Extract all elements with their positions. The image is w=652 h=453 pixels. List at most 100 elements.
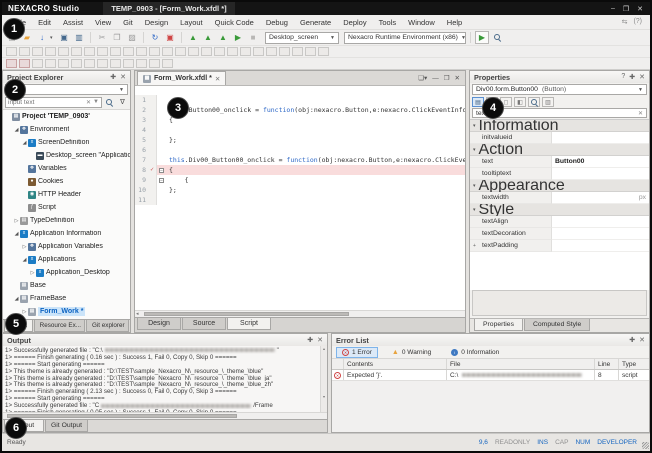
tree-item-project-temp-0903[interactable]: ▦Project 'TEMP_0903'	[3, 110, 130, 123]
expand-icon[interactable]: ▷	[13, 218, 20, 224]
tree-item-typedefinition[interactable]: ▷▤TypeDefinition	[3, 214, 130, 227]
menu-item-design[interactable]: Design	[139, 18, 174, 27]
filter-funnel-icon[interactable]: ∇	[117, 97, 128, 108]
copy-icon[interactable]: ❐	[110, 31, 124, 44]
fold-collapse-icon[interactable]: –	[159, 168, 164, 173]
expand-icon[interactable]: +	[473, 243, 476, 249]
code-line-6[interactable]: 6	[135, 145, 465, 155]
close-icon[interactable]: ✕	[455, 74, 460, 82]
property-value[interactable]	[552, 240, 649, 252]
column-header-line[interactable]: Line	[595, 359, 619, 369]
tree-item-environment[interactable]: ◢❖Environment	[3, 123, 130, 136]
filter-1-error[interactable]: ✕1 Error	[336, 347, 378, 358]
editor-horizontal-scrollbar[interactable]: ◂	[135, 310, 465, 317]
expand-icon[interactable]: ▷	[29, 270, 36, 276]
property-value[interactable]: px	[552, 192, 649, 204]
fold-collapse-icon[interactable]: –	[159, 178, 164, 183]
menu-item-tools[interactable]: Tools	[373, 18, 403, 27]
collapse-icon[interactable]: ◢	[21, 140, 28, 146]
scrollbar-thumb[interactable]	[7, 414, 237, 418]
property-row-textdecoration[interactable]: textDecoration	[470, 228, 649, 240]
stop-icon[interactable]: ■	[246, 31, 260, 44]
property-value[interactable]: Button00	[552, 156, 649, 168]
pin-icon[interactable]: ✚	[110, 73, 116, 81]
output-vertical-scrollbar[interactable]: ▴▾	[320, 346, 327, 412]
menu-item-help[interactable]: Help	[441, 18, 468, 27]
collapse-icon[interactable]: ◢	[21, 257, 28, 263]
output-tab-git-output[interactable]: Git Output	[45, 420, 88, 432]
tree-item-http-header[interactable]: ◉HTTP Header	[3, 188, 130, 201]
column-header-type[interactable]: Type	[619, 359, 649, 369]
menu-item-window[interactable]: Window	[402, 18, 441, 27]
close-icon[interactable]: ✕	[317, 336, 323, 344]
clear-icon[interactable]: ✕	[638, 110, 643, 117]
property-row-textwidth[interactable]: textwidthpx	[470, 192, 649, 204]
screen-combobox[interactable]: Desktop_screen▼	[265, 32, 339, 44]
help-icon[interactable]: ?	[621, 73, 625, 81]
code-line-5[interactable]: 5};	[135, 135, 465, 145]
save-all-icon[interactable]: ▥	[72, 31, 86, 44]
layout-switch-icon[interactable]: ⇆	[622, 18, 628, 26]
property-row-initvalueid[interactable]: initvalueid	[470, 132, 649, 144]
code-line-10[interactable]: 10};	[135, 185, 465, 195]
collapse-icon[interactable]: ◢	[13, 127, 20, 133]
expand-icon[interactable]: ▷	[21, 244, 28, 250]
menu-item-git[interactable]: Git	[117, 18, 139, 27]
tree-item-screendefinition[interactable]: ◢xScreenDefinition	[3, 136, 130, 149]
pin-icon[interactable]: ✚	[629, 73, 635, 81]
code-line-4[interactable]: 4	[135, 125, 465, 135]
property-value[interactable]	[552, 132, 649, 144]
search-icon[interactable]	[104, 97, 115, 108]
minimize-icon[interactable]: —	[432, 75, 439, 82]
scrollbar-thumb[interactable]	[144, 312, 349, 316]
save-icon[interactable]: ▣	[57, 31, 71, 44]
window-list-icon[interactable]: ❏▾	[418, 74, 427, 82]
scroll-left-icon[interactable]: ◂	[136, 311, 139, 317]
debug-run-icon[interactable]: ▶	[231, 31, 245, 44]
error-check-icon[interactable]: ▣	[163, 31, 177, 44]
property-value[interactable]	[552, 216, 649, 228]
expand-icon[interactable]: ▷	[21, 309, 28, 315]
tree-item-application-variables[interactable]: ▷❖Application Variables	[3, 240, 130, 253]
output-horizontal-scrollbar[interactable]	[3, 412, 327, 419]
tree-item-script[interactable]: ƒScript	[3, 201, 130, 214]
script-editor[interactable]: 12this.Button00_onclick = function(obj:n…	[135, 86, 465, 310]
code-line-8[interactable]: 8✓–{	[135, 165, 465, 175]
property-group-action[interactable]: ▾Action	[470, 144, 649, 156]
tree-item-framebase[interactable]: ◢▦FrameBase	[3, 292, 130, 305]
property-row-textalign[interactable]: textAlign	[470, 216, 649, 228]
menu-item-debug[interactable]: Debug	[260, 18, 294, 27]
property-row-textpadding[interactable]: +textPadding	[470, 240, 649, 252]
error-row-1[interactable]: ✕Expected '}'.C:\8script	[332, 370, 649, 381]
tree-item-desktop-screen-application-des[interactable]: ▬Desktop_screen "Application_Des	[3, 149, 130, 162]
menu-item-quick-code[interactable]: Quick Code	[209, 18, 260, 27]
code-line-11[interactable]: 11	[135, 195, 465, 205]
chevron-down-icon[interactable]: ▾	[50, 35, 56, 41]
runtime-combobox[interactable]: Nexacro Runtime Environment (x86)▼	[344, 32, 466, 44]
property-group-appearance[interactable]: ▾Appearance	[470, 180, 649, 192]
code-line-7[interactable]: 7this.Div00_Button00_onclick = function(…	[135, 155, 465, 165]
menu-item-generate[interactable]: Generate	[294, 18, 337, 27]
pin-icon[interactable]: ✚	[307, 336, 313, 344]
tree-item-base[interactable]: ▦Base	[3, 279, 130, 292]
generate-deploy-icon[interactable]: ▲	[201, 31, 215, 44]
menu-item-layout[interactable]: Layout	[174, 18, 209, 27]
clear-icon[interactable]: ✕	[86, 99, 91, 106]
cut-icon[interactable]: ✂	[95, 31, 109, 44]
tree-item-variables[interactable]: ❖Variables	[3, 162, 130, 175]
properties-tab-properties[interactable]: Properties	[474, 319, 523, 331]
tree-item-applications[interactable]: ◢xApplications	[3, 253, 130, 266]
filter-0-warning[interactable]: ▲0 Warning	[386, 347, 437, 358]
close-icon[interactable]: ✕	[639, 336, 645, 344]
close-icon[interactable]: ✕	[639, 73, 645, 81]
pin-icon[interactable]: ✚	[629, 336, 635, 344]
tree-item-application-information[interactable]: ◢xApplication Information	[3, 227, 130, 240]
changed-only-icon[interactable]: ◧	[514, 97, 526, 107]
generate-build-icon[interactable]: ▲	[186, 31, 200, 44]
explorer-tab-resource-ex[interactable]: Resource Ex...	[34, 320, 85, 332]
collapse-icon[interactable]: ◢	[13, 296, 20, 302]
property-search-icon[interactable]	[528, 97, 540, 107]
property-target-combobox[interactable]: Div00.form.Button00 (Button) ▼	[472, 84, 647, 95]
resource-view-icon[interactable]: ▥	[542, 97, 554, 107]
generate-all-icon[interactable]: ▲	[216, 31, 230, 44]
